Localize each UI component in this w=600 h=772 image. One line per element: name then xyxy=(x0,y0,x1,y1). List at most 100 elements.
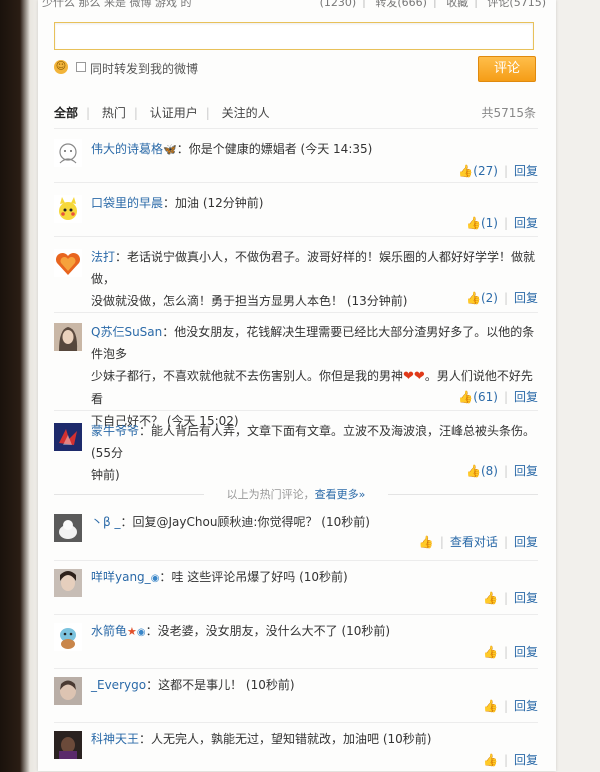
reply-link[interactable]: 回复 xyxy=(514,291,538,305)
stats-left-text: 少什么 那么 来是 微博 游戏 的 xyxy=(42,0,192,8)
username[interactable]: Q苏仨SuSan xyxy=(91,325,162,339)
username[interactable]: 口袋里的早晨 xyxy=(91,196,163,210)
comment-actions: 👍 | 查看对话 | 回复 xyxy=(418,535,538,549)
thumb-up-icon[interactable]: 👍 xyxy=(419,535,434,549)
comment-body: 老话说宁做真小人，不做伪君子。波哥好样的！娱乐圈的人都好好学学！做就做， xyxy=(91,250,536,286)
username[interactable]: 咩咩yang_ xyxy=(91,570,151,584)
thumb-up-icon[interactable]: 👍 xyxy=(458,390,473,404)
comment-actions: 👍 | 回复 xyxy=(482,645,538,659)
comment-actions: 👍 | 回复 xyxy=(482,753,538,767)
butterfly-badge-icon: 🦋 xyxy=(163,143,177,156)
thumb-up-icon[interactable]: 👍 xyxy=(483,753,498,767)
avatar[interactable] xyxy=(54,569,82,597)
reply-link[interactable]: 回复 xyxy=(514,591,538,605)
reply-link[interactable]: 回复 xyxy=(514,753,538,767)
like-count[interactable]: (27) xyxy=(473,164,498,178)
tab-verified-users[interactable]: 认证用户 xyxy=(150,104,198,121)
like-count[interactable]: (2) xyxy=(481,291,498,305)
avatar[interactable] xyxy=(54,249,82,277)
avatar[interactable] xyxy=(54,139,82,167)
comment-text: 伟大的诗葛格🦋：你是个健康的嫖娼者 (今天 14:35) xyxy=(91,142,373,156)
heart-icon: ❤❤ xyxy=(403,369,425,384)
see-more-link[interactable]: 查看更多» xyxy=(315,488,366,501)
username[interactable]: 水箭龟 xyxy=(91,624,127,638)
reply-link[interactable]: 回复 xyxy=(514,216,538,230)
submit-comment-button[interactable]: 评论 xyxy=(478,56,536,82)
comment-actions: 👍(1) | 回复 xyxy=(465,216,538,230)
reply-link[interactable]: 回复 xyxy=(514,464,538,478)
comment-actions: 👍(27) | 回复 xyxy=(458,164,538,178)
thumb-up-icon[interactable]: 👍 xyxy=(466,464,481,478)
reply-link[interactable]: 回复 xyxy=(514,535,538,549)
comment-body: 人无完人，孰能无过，望知错就改，加油吧 (10秒前) xyxy=(151,732,432,746)
thumb-up-icon[interactable]: 👍 xyxy=(466,291,481,305)
username[interactable]: 丶β _ xyxy=(91,515,120,529)
favorite-link[interactable]: 收藏 xyxy=(446,0,468,8)
forward-checkbox[interactable] xyxy=(76,62,86,72)
comment-body: 加油 (12分钟前) xyxy=(175,196,264,210)
vip-badge-icon: ◉ xyxy=(150,573,160,584)
comment-body: 这都不是事儿！ (10秒前) xyxy=(158,678,295,692)
avatar[interactable] xyxy=(54,195,82,223)
thumb-up-icon[interactable]: 👍 xyxy=(458,164,473,178)
comment-text: 咩咩yang_◉：哇 这些评论吊爆了好吗 (10秒前) xyxy=(91,570,348,584)
username[interactable]: _Everygo xyxy=(91,678,146,692)
comment-item: 科神天王：人无完人，孰能无过，望知错就改，加油吧 (10秒前) 👍 | 回复 xyxy=(54,722,538,772)
reply-link[interactable]: 回复 xyxy=(514,390,538,404)
thumb-up-icon[interactable]: 👍 xyxy=(466,216,481,230)
comment-item: 蒙牛爷爷：能人背后有人弄，文章下面有文章。立波不及海波浪，汪峰总被头条伤。 (5… xyxy=(54,410,538,483)
thumb-up-icon[interactable]: 👍 xyxy=(483,699,498,713)
tab-hot[interactable]: 热门 xyxy=(102,104,126,121)
hot-comments-divider: 以上为热门评论，查看更多» xyxy=(54,486,538,502)
comment-input-box[interactable] xyxy=(54,22,534,50)
total-count: 共5715条 xyxy=(481,106,536,120)
comment-input[interactable] xyxy=(55,23,533,49)
comment-item: 法打：老话说宁做真小人，不做伪君子。波哥好样的！娱乐圈的人都好好学学！做就做， … xyxy=(54,236,538,311)
like-count[interactable]: (61) xyxy=(473,390,498,404)
comment-item: Q苏仨SuSan：他没女朋友，花钱解决生理需要已经比大部分渣男好多了。以他的条件… xyxy=(54,312,538,428)
tab-all[interactable]: 全部 xyxy=(54,104,78,121)
comment-item: _Everygo：这都不是事儿！ (10秒前) 👍 | 回复 xyxy=(54,668,538,719)
comment-body: 能人背后有人弄，文章下面有文章。立波不及海波浪，汪峰总被头条伤。 (55分 xyxy=(91,424,536,460)
comment-item: 咩咩yang_◉：哇 这些评论吊爆了好吗 (10秒前) 👍 | 回复 xyxy=(54,560,538,611)
username[interactable]: 伟大的诗葛格 xyxy=(91,142,163,156)
comment-item: 水箭龟★◉：没老婆，没女朋友，没什么大不了 (10秒前) 👍 | 回复 xyxy=(54,614,538,665)
reply-link[interactable]: 回复 xyxy=(514,699,538,713)
forward-label: 同时转发到我的微博 xyxy=(90,62,199,76)
username[interactable]: 法打 xyxy=(91,250,115,264)
avatar[interactable] xyxy=(54,623,82,651)
emoji-icon[interactable]: ☺ xyxy=(54,60,68,74)
view-conversation-link[interactable]: 查看对话 xyxy=(450,535,498,549)
comment-body-line2: 钟前) xyxy=(91,468,120,482)
comment-body: 你是个健康的嫖娼者 (今天 14:35) xyxy=(188,142,373,156)
comment-text: 丶β _：回复@JayChou顾秋迪:你觉得呢？ (10秒前) xyxy=(91,515,370,529)
comment-actions: 👍(61) | 回复 xyxy=(458,390,538,404)
hot-divider-text: 以上为热门评论， xyxy=(226,488,315,501)
comment-body: 回复@JayChou顾秋迪:你觉得呢？ (10秒前) xyxy=(132,515,370,529)
reply-link[interactable]: 回复 xyxy=(514,164,538,178)
like-count[interactable]: (1230) xyxy=(320,0,357,8)
comment-count[interactable]: 评论(5715) xyxy=(487,0,546,8)
avatar[interactable] xyxy=(54,514,82,542)
comment-actions: 👍(8) | 回复 xyxy=(465,464,538,478)
like-count[interactable]: (8) xyxy=(481,464,498,478)
tab-following[interactable]: 关注的人 xyxy=(222,104,270,121)
forward-count[interactable]: 转发(666) xyxy=(375,0,427,8)
username[interactable]: 科神天王 xyxy=(91,732,139,746)
comment-actions: 👍 | 回复 xyxy=(482,591,538,605)
avatar[interactable] xyxy=(54,731,82,759)
vip-badge-icon: ◉ xyxy=(136,627,146,638)
like-count[interactable]: (1) xyxy=(481,216,498,230)
comment-actions: 👍 | 回复 xyxy=(482,699,538,713)
thumb-up-icon[interactable]: 👍 xyxy=(483,645,498,659)
thumb-up-icon[interactable]: 👍 xyxy=(483,591,498,605)
comment-text: 口袋里的早晨：加油 (12分钟前) xyxy=(91,196,264,210)
username[interactable]: 蒙牛爷爷 xyxy=(91,424,139,438)
avatar[interactable] xyxy=(54,677,82,705)
comment-body-line2: 少妹子都行，不喜欢就他就不去伤害别人。你但是我的男神 xyxy=(91,369,404,383)
avatar[interactable] xyxy=(54,423,82,451)
reply-link[interactable]: 回复 xyxy=(514,645,538,659)
comment-actions: 👍(2) | 回复 xyxy=(465,291,538,305)
comment-text: _Everygo：这都不是事儿！ (10秒前) xyxy=(91,678,295,692)
avatar[interactable] xyxy=(54,323,82,351)
